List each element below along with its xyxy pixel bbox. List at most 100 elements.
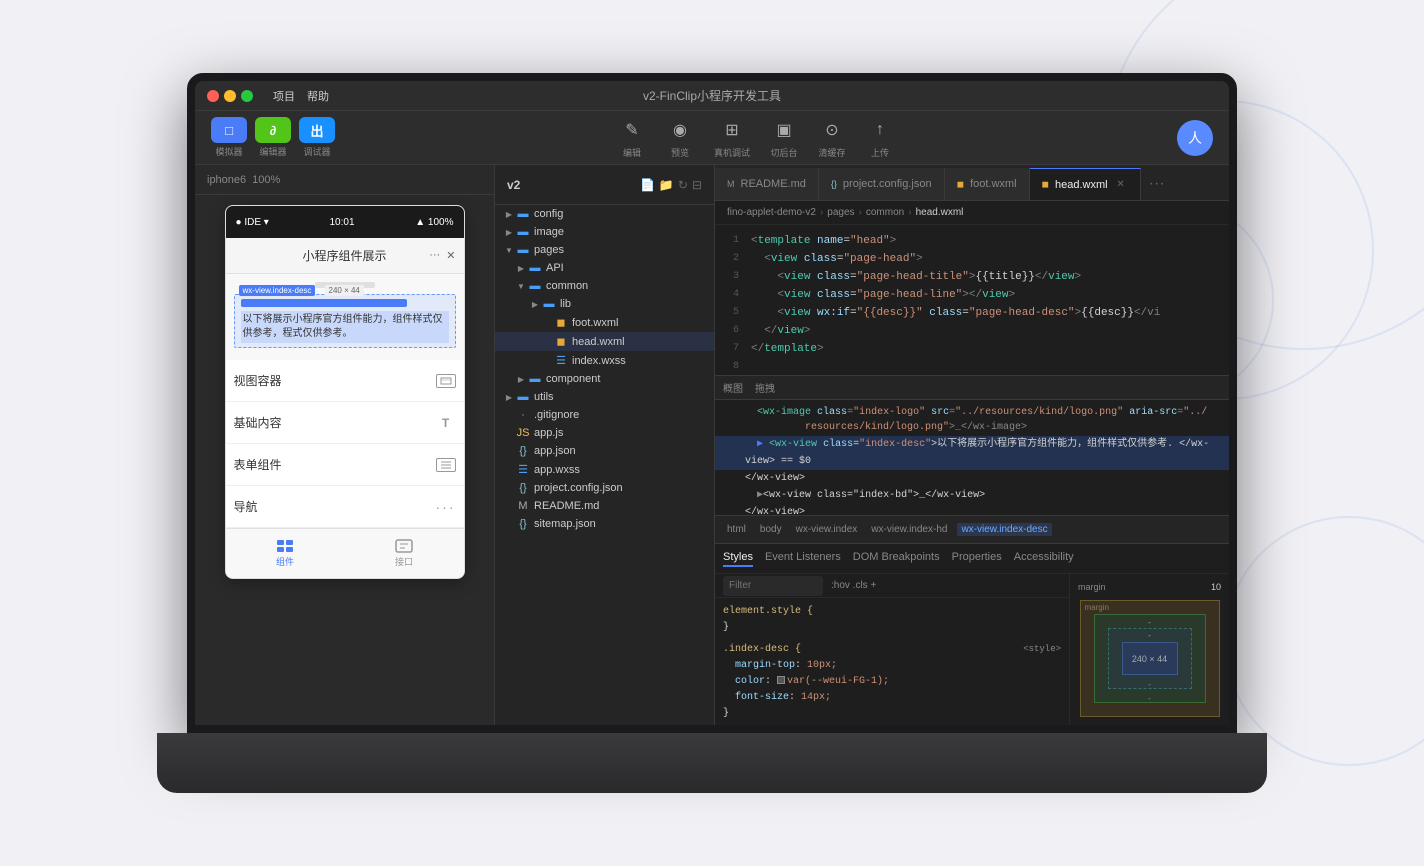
new-file-icon[interactable]: 📄 — [640, 178, 655, 192]
tree-item-project-config[interactable]: {} project.config.json — [495, 479, 714, 497]
tree-item-image[interactable]: ▶ ▬ image — [495, 223, 714, 241]
inspector-tag-html[interactable]: html — [723, 523, 750, 536]
bottom-code-area[interactable]: <wx-image class="index-logo" src="../res… — [715, 400, 1229, 516]
tree-item-app-js[interactable]: JS app.js — [495, 424, 714, 442]
html-content-4: view> == $0 — [745, 454, 1229, 469]
inspector-tag-wx-view-hd[interactable]: wx-view.index-hd — [867, 523, 951, 536]
tree-item-common[interactable]: ▼ ▬ common — [495, 277, 714, 295]
tab-more[interactable]: ··· — [1141, 168, 1173, 200]
nav-more[interactable]: ··· — [429, 249, 440, 262]
simulate-icon: □ — [211, 117, 247, 143]
tree-item-head-wxml[interactable]: ◼ head.wxml — [495, 332, 714, 351]
styles-filter-input[interactable] — [723, 576, 823, 596]
css-props-index-desc: margin-top: 10px; color: var(--weui-FG-1… — [723, 658, 1061, 706]
box-content-value: 240 × 44 — [1132, 654, 1167, 664]
tree-item-index-wxss[interactable]: ☰ index.wxss — [495, 351, 714, 370]
minimize-button[interactable] — [224, 90, 236, 102]
css-prop-color: color: var(--weui-FG-1); — [735, 674, 1061, 690]
styles-content: element.style { } .index-desc { <style> — [715, 598, 1069, 725]
background-action[interactable]: ▣ 切后台 — [770, 116, 798, 159]
edit-icon: ✎ — [618, 116, 646, 144]
line-content-1: <template name="head"> — [751, 233, 1229, 251]
tree-item-readme[interactable]: M README.md — [495, 497, 714, 515]
tab-foot-wxml[interactable]: ◼ foot.wxml — [945, 168, 1030, 200]
tree-item-app-wxss[interactable]: ☰ app.wxss — [495, 460, 714, 479]
tree-label-common: common — [546, 280, 588, 292]
box-border-bottom: - — [1148, 694, 1151, 703]
tab-accessibility[interactable]: Accessibility — [1014, 551, 1074, 567]
css-prop-margin-top: margin-top: 10px; — [735, 658, 1061, 674]
debug-icon: 出 — [299, 117, 335, 143]
code-editor: 1 <template name="head"> 2 <view class="… — [715, 225, 1229, 375]
html-num-1 — [715, 405, 745, 435]
tree-label-api: API — [546, 262, 564, 274]
device-debug-label: 真机调试 — [714, 146, 750, 159]
file-tree-actions: 📄 📁 ↻ ⊟ — [640, 178, 702, 192]
html-line-7: </wx-view> — [715, 504, 1229, 516]
tab-dom-breakpoints[interactable]: DOM Breakpoints — [853, 551, 940, 567]
tab-project-config[interactable]: {} project.config.json — [819, 168, 945, 200]
list-item-basic[interactable]: 基础内容 T — [226, 402, 464, 444]
debug-button[interactable]: 出 调试器 — [299, 117, 335, 158]
list-item-nav[interactable]: 导航 ··· — [226, 486, 464, 528]
editor-tabs: M README.md {} project.config.json ◼ foo… — [715, 165, 1229, 201]
file-icon-readme: M — [515, 500, 531, 512]
maximize-button[interactable] — [241, 90, 253, 102]
preview-action[interactable]: ◉ 预览 — [666, 116, 694, 159]
html-line-1: <wx-image class="index-logo" src="../res… — [715, 404, 1229, 436]
tree-item-component[interactable]: ▶ ▬ component — [495, 370, 714, 388]
close-button[interactable] — [207, 90, 219, 102]
tree-item-utils[interactable]: ▶ ▬ utils — [495, 388, 714, 406]
tree-arrow-common: ▼ — [515, 282, 527, 291]
editor-button[interactable]: ∂ 编辑器 — [255, 117, 291, 158]
inspector-tag-wx-view-index[interactable]: wx-view.index — [792, 523, 862, 536]
tree-item-pages[interactable]: ▼ ▬ pages — [495, 241, 714, 259]
edit-action[interactable]: ✎ 编辑 — [618, 116, 646, 159]
tab-event-listeners[interactable]: Event Listeners — [765, 551, 841, 567]
tree-item-config[interactable]: ▶ ▬ config — [495, 205, 714, 223]
upload-action[interactable]: ↑ 上传 — [866, 116, 894, 159]
tab-api[interactable]: 接口 — [345, 539, 464, 568]
phone-status-bar: ● IDE ▾ 10:01 ▲ 100% — [226, 206, 464, 238]
tab-components[interactable]: 组件 — [226, 539, 345, 568]
tree-label-gitignore: .gitignore — [534, 409, 579, 421]
menu-project[interactable]: 项目 — [273, 88, 295, 104]
list-item-form[interactable]: 表单组件 — [226, 444, 464, 486]
tree-item-app-json[interactable]: {} app.json — [495, 442, 714, 460]
clear-cache-action[interactable]: ⊙ 清缓存 — [818, 116, 846, 159]
tab-close-head-wxml[interactable]: ✕ — [1114, 178, 1128, 192]
folder-icon-image: ▬ — [515, 226, 531, 238]
tab-styles[interactable]: Styles — [723, 551, 753, 567]
menu-help[interactable]: 帮助 — [307, 88, 329, 104]
tree-item-api[interactable]: ▶ ▬ API — [495, 259, 714, 277]
code-area[interactable]: 1 <template name="head"> 2 <view class="… — [715, 225, 1229, 375]
inspector-tag-body[interactable]: body — [756, 523, 786, 536]
line-num-1: 1 — [715, 233, 751, 251]
folder-icon-pages: ▬ — [515, 244, 531, 256]
styles-filter-hint: :hov .cls + — [831, 580, 876, 591]
css-block-index-desc: .index-desc { <style> margin-top: 10px; — [723, 642, 1061, 722]
tab-head-wxml[interactable]: ◼ head.wxml ✕ — [1030, 168, 1141, 200]
css-prop-val-margin: 10px; — [807, 660, 837, 671]
tab-readme[interactable]: M README.md — [715, 168, 819, 200]
upload-icon: ↑ — [866, 116, 894, 144]
nav-close[interactable]: ✕ — [446, 249, 455, 262]
tree-item-sitemap[interactable]: {} sitemap.json — [495, 515, 714, 533]
inspector-tag-wx-view-desc[interactable]: wx-view.index-desc — [957, 523, 1051, 536]
collapse-icon[interactable]: ⊟ — [692, 178, 702, 192]
list-item-label-nav: 导航 — [234, 498, 258, 515]
new-folder-icon[interactable]: 📁 — [659, 178, 674, 192]
device-debug-action[interactable]: ⊞ 真机调试 — [714, 116, 750, 159]
file-tree-root: v2 — [507, 178, 520, 192]
tree-label-project-config: project.config.json — [534, 482, 623, 494]
html-content-5: </wx-view> — [745, 471, 1229, 486]
user-avatar[interactable]: 人 — [1177, 120, 1213, 156]
simulate-button[interactable]: □ 模拟器 — [211, 117, 247, 158]
tree-item-gitignore[interactable]: · .gitignore — [495, 406, 714, 424]
tree-item-lib[interactable]: ▶ ▬ lib — [495, 295, 714, 313]
code-line-5: 5 <view wx:if="{{desc}}" class="page-hea… — [715, 305, 1229, 323]
refresh-icon[interactable]: ↻ — [678, 178, 688, 192]
tab-properties[interactable]: Properties — [952, 551, 1002, 567]
tree-item-foot-wxml[interactable]: ◼ foot.wxml — [495, 313, 714, 332]
list-item-views[interactable]: 视图容器 — [226, 360, 464, 402]
